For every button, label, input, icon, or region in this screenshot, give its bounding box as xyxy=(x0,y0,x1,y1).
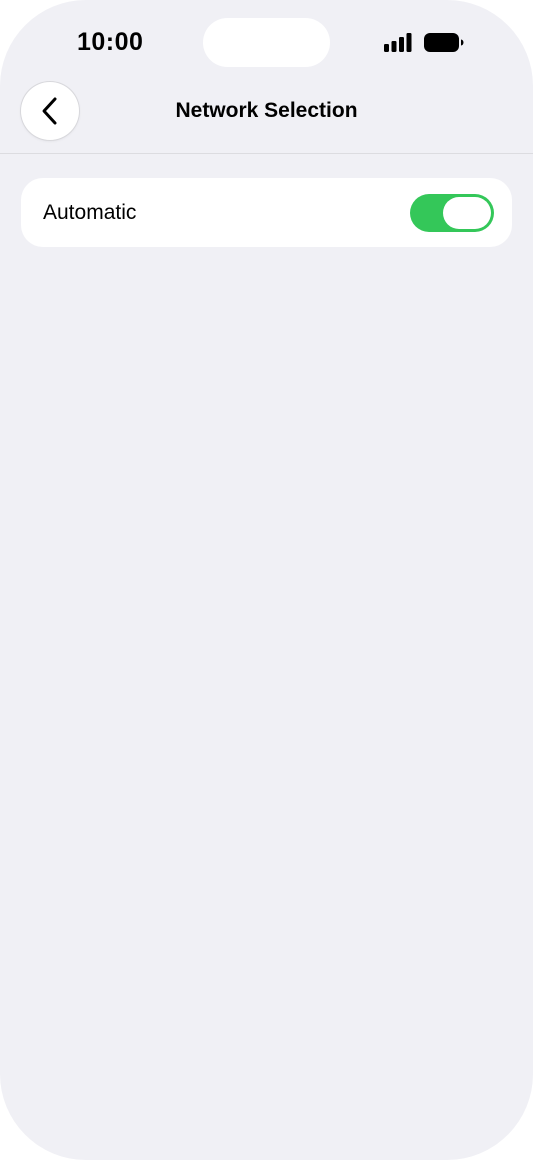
navigation-bar: Network Selection xyxy=(0,80,533,154)
status-bar: 10:00 xyxy=(0,0,533,86)
settings-row-automatic: Automatic xyxy=(21,178,512,247)
dynamic-island xyxy=(203,18,330,67)
phone-screen: 10:00 Network Selection Automatic xyxy=(0,0,533,1160)
page-title: Network Selection xyxy=(175,99,358,122)
status-time: 10:00 xyxy=(77,28,144,56)
battery-icon xyxy=(424,33,464,52)
cellular-signal-icon xyxy=(384,33,412,52)
automatic-toggle[interactable] xyxy=(410,194,494,232)
toggle-knob xyxy=(443,197,491,229)
automatic-label: Automatic xyxy=(43,201,137,224)
